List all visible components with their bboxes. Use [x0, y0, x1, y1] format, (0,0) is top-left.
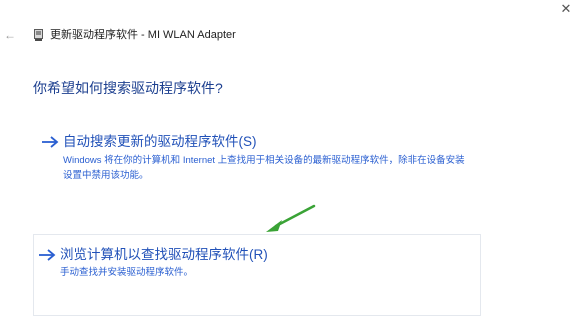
close-icon: ✕	[560, 1, 572, 16]
back-button[interactable]: ←	[4, 28, 18, 42]
window-title: 更新驱动程序软件 - MI WLAN Adapter	[50, 29, 236, 41]
browse-computer-description: 手动查找并安装驱动程序软件。	[60, 267, 194, 278]
green-arrow-icon	[266, 204, 316, 232]
auto-search-option[interactable]: 自动搜索更新的驱动程序软件(S) Windows 将在你的计算机和 Intern…	[33, 131, 481, 193]
auto-search-title: 自动搜索更新的驱动程序软件(S)	[63, 134, 257, 149]
arrow-right-icon	[39, 249, 56, 261]
auto-search-description: Windows 将在你的计算机和 Internet 上查找用于相关设备的最新驱动…	[63, 155, 465, 181]
browse-computer-title: 浏览计算机以查找驱动程序软件(R)	[60, 247, 268, 262]
arrow-right-icon	[42, 136, 59, 148]
network-adapter-icon	[34, 29, 43, 41]
browse-computer-option[interactable]: 浏览计算机以查找驱动程序软件(R) 手动查找并安装驱动程序软件。	[33, 234, 481, 316]
page-heading: 你希望如何搜索驱动程序软件?	[33, 80, 223, 96]
close-button[interactable]: ✕	[556, 0, 576, 18]
back-arrow-icon: ←	[4, 28, 16, 42]
